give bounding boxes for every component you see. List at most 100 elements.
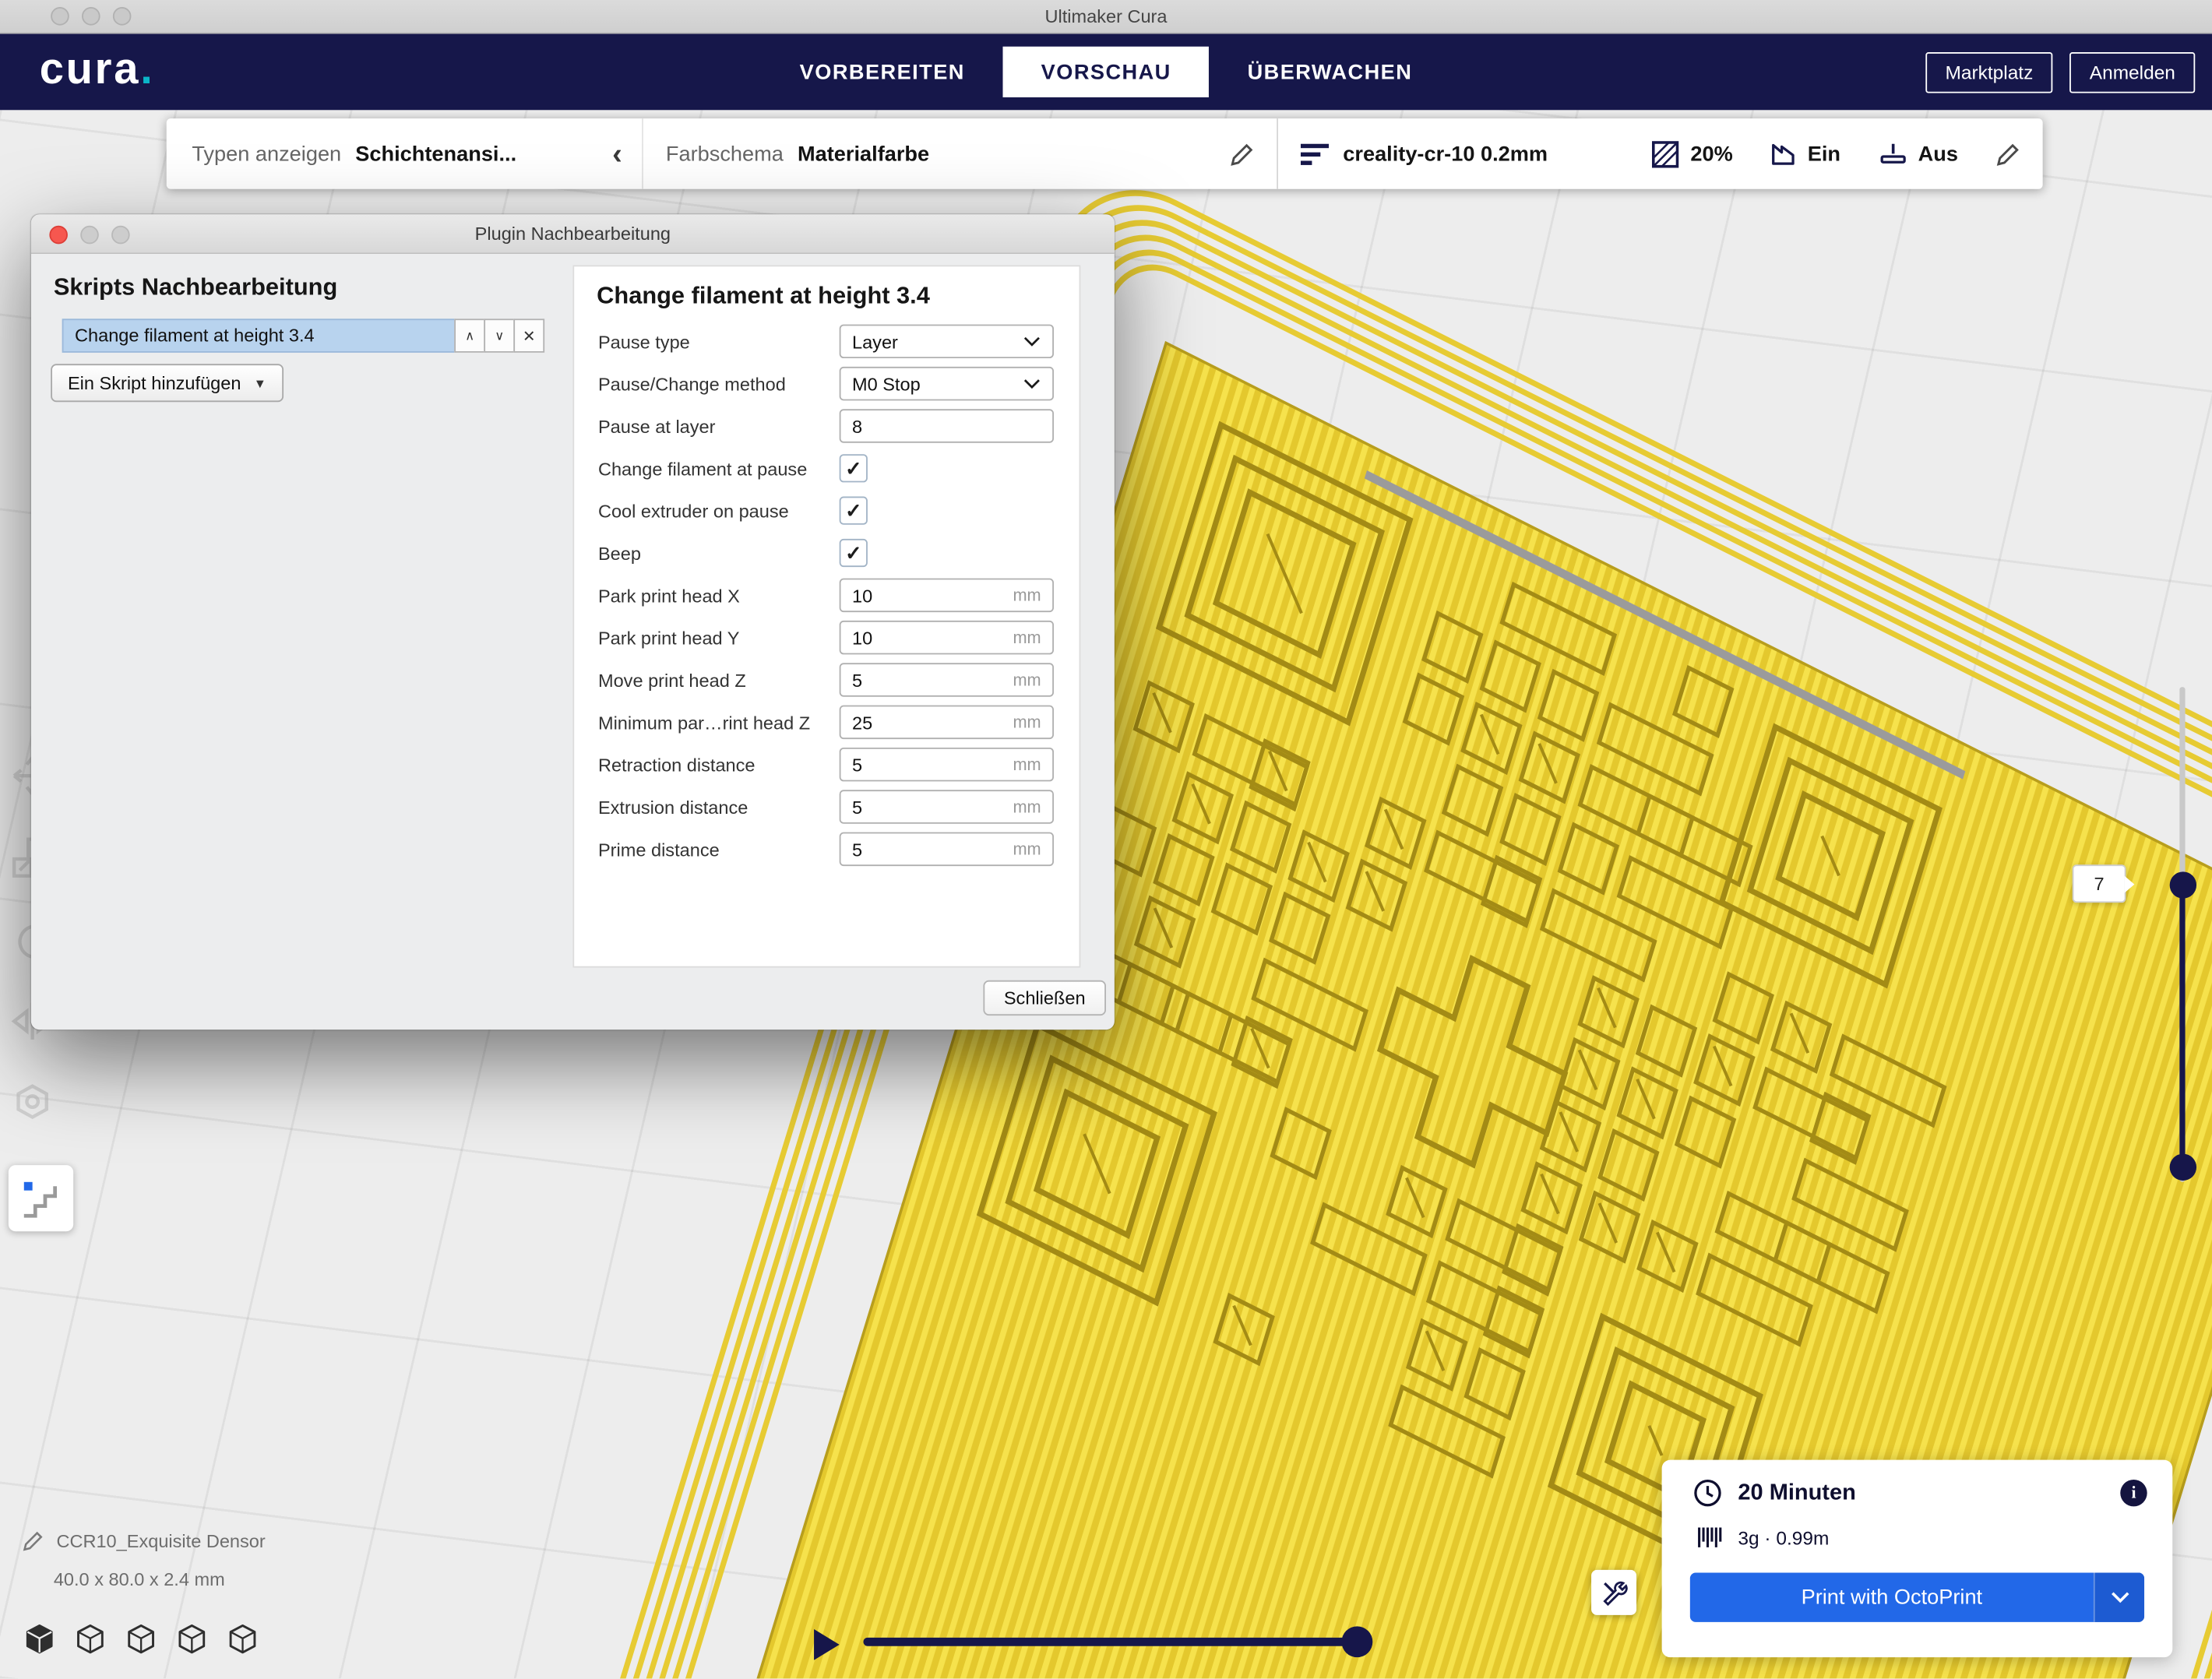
edit-pencil-icon[interactable] — [1230, 142, 1254, 166]
rename-pencil-icon[interactable] — [23, 1530, 44, 1551]
field-control: 5mm — [840, 790, 1062, 823]
view-type-label: Typen anzeigen — [192, 142, 341, 166]
view-right-button[interactable] — [226, 1622, 259, 1655]
input-value: 8 — [852, 415, 862, 436]
material-usage: 3g · 0.99m — [1738, 1527, 1829, 1548]
simulation-slider-handle[interactable] — [1341, 1626, 1372, 1657]
input-unit: mm — [1013, 670, 1041, 689]
camera-view-presets — [23, 1622, 258, 1655]
color-scheme-selector[interactable]: Farbschema Materialfarbe — [642, 118, 1278, 189]
field-input[interactable]: 8 — [840, 409, 1054, 442]
dialog-close-button[interactable] — [49, 225, 68, 244]
form-row: Minimum par…rint head Z25mm — [574, 706, 1079, 739]
select-value: Layer — [852, 331, 898, 352]
collapse-left-icon[interactable]: ‹ — [612, 139, 622, 168]
info-icon[interactable]: i — [2120, 1480, 2147, 1506]
input-value: 10 — [852, 585, 872, 606]
os-titlebar: Ultimaker Cura — [0, 0, 2212, 33]
field-checkbox[interactable]: ✓ — [840, 539, 868, 567]
dialog-zoom-button — [111, 225, 130, 244]
layer-slider-top-handle[interactable] — [2170, 871, 2196, 898]
field-checkbox[interactable]: ✓ — [840, 497, 868, 525]
print-with-octoprint-button[interactable]: Print with OctoPrint — [1690, 1573, 2144, 1622]
object-list-toggle[interactable] — [9, 1165, 73, 1231]
printer-settings-icon — [1301, 142, 1329, 166]
script-settings-panel: Change filament at height 3.4 Pause type… — [572, 266, 1080, 968]
window-title: Ultimaker Cura — [0, 0, 2212, 33]
tab-vorschau[interactable]: VORSCHAU — [1003, 47, 1210, 97]
view-top-button[interactable] — [124, 1622, 157, 1655]
form-row: Move print head Z5mm — [574, 663, 1079, 696]
signin-button[interactable]: Anmelden — [2069, 51, 2195, 93]
view-left-button[interactable] — [175, 1622, 208, 1655]
form-row: Extrusion distance5mm — [574, 790, 1079, 823]
field-checkbox[interactable]: ✓ — [840, 454, 868, 482]
staircase-icon — [16, 1173, 66, 1223]
field-select[interactable]: Layer — [840, 325, 1054, 358]
dialog-titlebar[interactable]: Plugin Nachbearbeitung — [31, 214, 1115, 254]
field-control: 5 mm — [840, 663, 1062, 696]
view-type-selector[interactable]: Typen anzeigen Schichtenansi... ‹ — [167, 118, 642, 189]
script-list-item[interactable]: Change filament at height 3.4 — [62, 319, 456, 352]
model-info: CCR10_Exquisite Densor 40.0 x 80.0 x 2.4… — [23, 1530, 266, 1589]
field-input[interactable]: 10mm — [840, 621, 1054, 654]
marketplace-button[interactable]: Marktplatz — [1925, 51, 2053, 93]
field-label: Extrusion distance — [574, 796, 840, 817]
move-script-up-button[interactable]: ∧ — [454, 319, 485, 352]
simulation-slider-track[interactable] — [863, 1638, 1360, 1646]
input-value: 5 — [852, 796, 862, 817]
print-output-chevron[interactable] — [2094, 1573, 2144, 1622]
printer-profile: creality-cr-10 0.2mm — [1343, 142, 1548, 166]
scripts-heading: Skripts Nachbearbeitung — [54, 273, 337, 301]
field-control: 10 mm — [840, 579, 1062, 612]
view-3d-button[interactable] — [23, 1622, 55, 1655]
clock-icon — [1692, 1478, 1722, 1508]
field-input[interactable]: 5mm — [840, 790, 1054, 823]
form-row: Park print head Y10mm — [574, 621, 1079, 654]
dialog-schliessen-button[interactable]: Schließen — [983, 980, 1106, 1015]
field-control: 10mm — [840, 621, 1062, 654]
field-input[interactable]: 5 mm — [840, 663, 1054, 696]
field-label: Beep — [574, 542, 840, 563]
close-icon: ✕ — [523, 326, 536, 345]
input-unit: mm — [1013, 713, 1041, 732]
form-row: Beep✓ — [574, 536, 1079, 569]
adjust-tools-button[interactable] — [1591, 1570, 1636, 1615]
tab-vorbereiten[interactable]: VORBEREITEN — [762, 47, 1003, 97]
input-unit: mm — [1013, 586, 1041, 605]
input-unit: mm — [1013, 628, 1041, 647]
move-script-down-button[interactable]: ∨ — [484, 319, 515, 352]
field-select[interactable]: M0 Stop — [840, 367, 1054, 400]
main-header: cura. VORBEREITEN VORSCHAU ÜBERWACHEN Ma… — [0, 33, 2212, 110]
edit-pencil-icon[interactable] — [1996, 142, 2020, 166]
field-input[interactable]: 10 mm — [840, 579, 1054, 612]
view-front-button[interactable] — [73, 1622, 106, 1655]
layer-slider-range[interactable] — [2179, 885, 2185, 1167]
input-value: 5 — [852, 669, 862, 690]
remove-script-button[interactable]: ✕ — [513, 319, 544, 352]
play-button[interactable] — [812, 1628, 840, 1669]
chevron-up-icon: ∧ — [465, 328, 474, 343]
field-control: 8 — [840, 409, 1062, 442]
form-row: Retraction distance5mm — [574, 748, 1079, 781]
print-settings-summary[interactable]: creality-cr-10 0.2mm 20% Ein — [1278, 118, 2043, 189]
field-label: Pause type — [574, 331, 840, 352]
chevron-down-icon — [2110, 1591, 2129, 1603]
field-input[interactable]: 5mm — [840, 748, 1054, 781]
field-label: Prime distance — [574, 839, 840, 860]
field-label: Pause/Change method — [574, 373, 840, 394]
tab-ueberwachen[interactable]: ÜBERWACHEN — [1210, 47, 1451, 97]
field-control: 5mm — [840, 748, 1062, 781]
layer-slider-bottom-handle[interactable] — [2170, 1154, 2196, 1181]
check-icon: ✓ — [845, 501, 861, 520]
form-row: Cool extruder on pause✓ — [574, 494, 1079, 527]
post-processing-dialog: Plugin Nachbearbeitung Skripts Nachbearb… — [31, 214, 1115, 1030]
field-input[interactable]: 5mm — [840, 832, 1054, 866]
adhesion-icon — [1879, 142, 1907, 166]
script-settings-heading: Change filament at height 3.4 — [597, 282, 1079, 310]
field-input[interactable]: 25mm — [840, 706, 1054, 739]
per-model-settings-icon[interactable] — [9, 1079, 57, 1126]
field-label: Park print head X — [574, 585, 840, 606]
add-script-button[interactable]: Ein Skript hinzufügen▼ — [51, 364, 283, 402]
field-label: Minimum par…rint head Z — [574, 712, 840, 733]
